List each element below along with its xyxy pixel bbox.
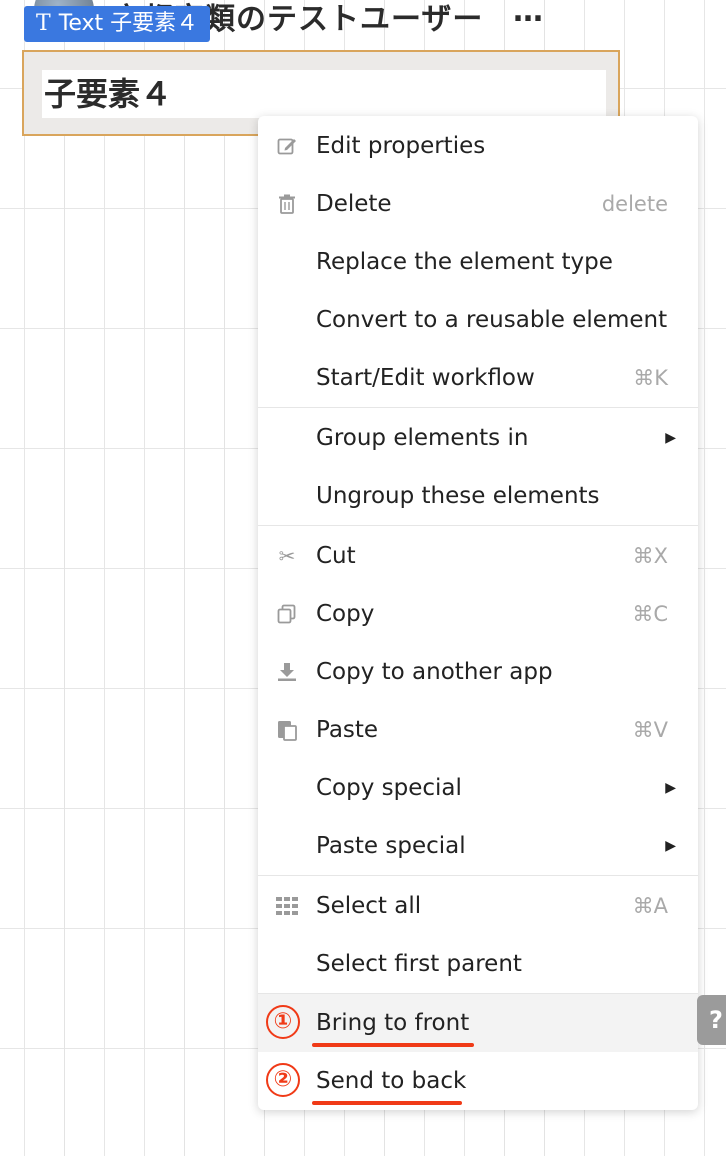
menu-divider (258, 875, 698, 876)
grid-line (184, 0, 185, 1156)
menu-item-paste[interactable]: Paste ⌘V (258, 701, 698, 759)
context-menu: Edit properties Delete delete Replace th… (258, 116, 698, 1110)
submenu-arrow-icon: ▶ (665, 780, 676, 796)
menu-item-select-first-parent[interactable]: Select first parent (258, 935, 698, 993)
annotation-underline (312, 1043, 474, 1047)
annotation-number-2: ② (266, 1063, 300, 1097)
menu-item-send-to-back[interactable]: ② Send to back (258, 1052, 698, 1110)
shortcut-hint: ⌘K (633, 366, 668, 390)
paste-icon (274, 701, 300, 763)
menu-item-cut[interactable]: ✂ Cut ⌘X (258, 527, 698, 585)
copy-icon (274, 585, 300, 646)
shortcut-hint: ⌘C (632, 602, 668, 626)
grid-line (224, 0, 225, 1156)
grid-line (64, 0, 65, 1156)
scissors-icon: ✂ (278, 544, 296, 568)
shortcut-hint: ⌘V (632, 718, 668, 742)
shortcut-hint: ⌘A (632, 894, 668, 918)
trash-icon (274, 175, 300, 236)
text-type-icon: T (36, 11, 51, 36)
shortcut-hint: ⌘X (632, 544, 668, 568)
menu-item-copy-special[interactable]: Copy special ▶ (258, 759, 698, 817)
menu-divider (258, 525, 698, 526)
annotation-number-1: ① (266, 1005, 300, 1039)
annotation-underline (312, 1101, 462, 1105)
element-type-badge: T Text 子要素４ (24, 6, 211, 42)
menu-item-bring-to-front[interactable]: ① Bring to front (258, 994, 698, 1052)
element-badge-label: Text 子要素４ (58, 11, 199, 36)
menu-item-ungroup-elements[interactable]: Ungroup these elements (258, 467, 698, 525)
menu-item-edit-properties[interactable]: Edit properties (258, 117, 698, 175)
download-icon (274, 643, 300, 704)
help-tab[interactable]: ? (697, 995, 726, 1045)
menu-item-paste-special[interactable]: Paste special ▶ (258, 817, 698, 875)
menu-item-group-elements-in[interactable]: Group elements in ▶ (258, 409, 698, 467)
menu-item-select-all[interactable]: Select all ⌘A (258, 877, 698, 935)
more-icon[interactable]: … (513, 0, 543, 29)
menu-item-start-edit-workflow[interactable]: Start/Edit workflow ⌘K (258, 349, 698, 407)
menu-item-copy-to-another-app[interactable]: Copy to another app (258, 643, 698, 701)
menu-item-copy[interactable]: Copy ⌘C (258, 585, 698, 643)
grid-icon (274, 877, 300, 937)
menu-item-delete[interactable]: Delete delete (258, 175, 698, 233)
edit-icon (274, 117, 300, 178)
menu-item-replace-element-type[interactable]: Replace the element type (258, 233, 698, 291)
selected-element-text: 子要素４ (42, 70, 606, 118)
menu-item-convert-reusable[interactable]: Convert to a reusable element (258, 291, 698, 349)
shortcut-hint: delete (601, 192, 668, 216)
menu-divider (258, 407, 698, 408)
submenu-arrow-icon: ▶ (665, 430, 676, 446)
submenu-arrow-icon: ▶ (665, 838, 676, 854)
